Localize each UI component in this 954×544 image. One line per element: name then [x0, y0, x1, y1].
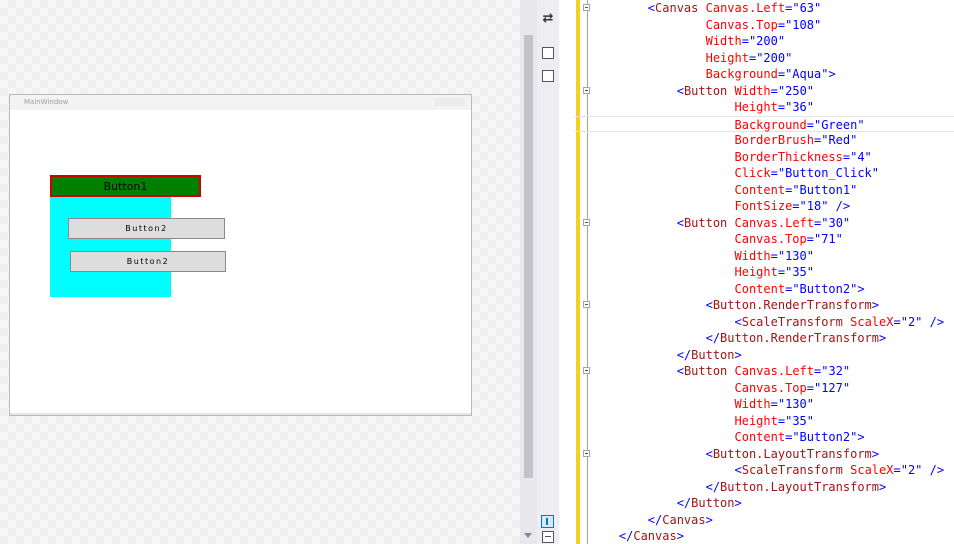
code-text: </Button.LayoutTransform>: [705, 479, 887, 494]
window-titlebar: MainWindow: [10, 95, 471, 110]
code-line[interactable]: <Button.LayoutTransform>: [574, 446, 954, 463]
code-text: <ScaleTransform ScaleX="2" />: [734, 314, 945, 329]
code-line[interactable]: <ScaleTransform ScaleX="2" />: [574, 462, 954, 479]
code-line[interactable]: Content="Button1": [574, 182, 954, 199]
code-line[interactable]: BorderThickness="4": [574, 149, 954, 166]
code-line[interactable]: </Canvas>: [574, 528, 954, 544]
code-text: </Button>: [676, 347, 742, 362]
button1[interactable]: Button1: [50, 175, 201, 197]
code-text: <Button.LayoutTransform>: [705, 446, 880, 461]
code-line[interactable]: </Button>: [574, 495, 954, 512]
code-text: <Button.RenderTransform>: [705, 298, 880, 312]
code-text: Background="Green": [734, 117, 865, 132]
aqua-canvas[interactable]: [50, 197, 171, 297]
code-text: Content="Button1": [734, 182, 858, 197]
code-line[interactable]: BorderBrush="Red": [574, 132, 954, 149]
main-window-preview[interactable]: MainWindow Button2 Button2 Button1: [9, 94, 472, 416]
code-text: <ScaleTransform ScaleX="2" />: [734, 463, 945, 477]
scrollbar-thumb[interactable]: [524, 35, 533, 478]
code-text: BorderThickness="4": [734, 149, 872, 164]
scroll-down-arrow-icon[interactable]: [524, 533, 532, 538]
code-text: Height="35": [734, 413, 815, 428]
code-line[interactable]: Canvas.Top="127": [574, 380, 954, 397]
code-line[interactable]: <ScaleTransform ScaleX="2" />: [574, 314, 954, 331]
code-text: Width="200": [705, 34, 786, 48]
horizontal-split-icon[interactable]: [542, 531, 554, 543]
code-line[interactable]: </Button.RenderTransform>: [574, 330, 954, 347]
code-line[interactable]: Height="35": [574, 413, 954, 430]
collapse-toggle-icon[interactable]: [583, 86, 590, 94]
code-line[interactable]: Content="Button2">: [574, 429, 954, 446]
window-title: MainWindow: [24, 98, 69, 106]
code-text: BorderBrush="Red": [734, 133, 858, 147]
design-view-icon[interactable]: [542, 47, 554, 59]
code-line[interactable]: Width="130": [574, 248, 954, 265]
code-text: </Canvas>: [647, 512, 713, 527]
code-line[interactable]: Content="Button2">: [574, 281, 954, 298]
code-line[interactable]: Width="130": [574, 396, 954, 413]
code-line[interactable]: </Button>: [574, 347, 954, 364]
collapse-toggle-icon[interactable]: [583, 4, 590, 11]
code-text: <Button Width="250": [676, 83, 815, 98]
code-line[interactable]: Canvas.Top="71": [574, 231, 954, 248]
designer-surface[interactable]: MainWindow Button2 Button2 Button1: [0, 0, 520, 544]
code-text: Canvas.Top="127": [734, 380, 851, 395]
collapse-toggle-icon[interactable]: [583, 301, 590, 308]
window-bottom-edge: [10, 413, 471, 415]
code-text: </Canvas>: [618, 529, 684, 543]
code-line[interactable]: </Button.LayoutTransform>: [574, 479, 954, 496]
button2-render-transform[interactable]: Button2: [68, 218, 225, 239]
designer-vertical-scrollbar[interactable]: [520, 0, 537, 544]
collapse-toggle-icon[interactable]: [583, 218, 590, 226]
collapse-toggle-icon[interactable]: [583, 449, 590, 457]
code-text: </Button.RenderTransform>: [705, 331, 887, 345]
code-line[interactable]: Height="36": [574, 99, 954, 116]
code-text: <Canvas Canvas.Left="63": [647, 1, 822, 15]
code-text: Canvas.Top="71": [734, 232, 843, 246]
code-text: Height="36": [734, 100, 815, 114]
code-text: Width="130": [734, 397, 814, 411]
collapse-toggle-icon[interactable]: [583, 367, 590, 374]
xaml-view-icon[interactable]: [542, 70, 554, 82]
code-text: <Button Canvas.Left="30": [676, 215, 851, 230]
code-line[interactable]: FontSize="18" />: [574, 198, 954, 215]
code-line[interactable]: </Canvas>: [574, 512, 954, 529]
vertical-split-icon[interactable]: [541, 515, 554, 528]
code-line[interactable]: Height="35": [574, 264, 954, 281]
swap-panes-icon[interactable]: ⇄: [540, 9, 556, 27]
code-line[interactable]: <Button Canvas.Left="30": [574, 215, 954, 232]
button2-layout-transform[interactable]: Button2: [70, 251, 226, 272]
code-line[interactable]: <Button.RenderTransform>: [574, 297, 954, 314]
code-line[interactable]: Click="Button_Click": [574, 165, 954, 182]
code-text: Width="130": [734, 248, 814, 263]
code-line[interactable]: Background="Green": [574, 115, 954, 132]
code-line[interactable]: <Button Canvas.Left="32": [574, 363, 954, 380]
code-text: Background="Aqua">: [705, 67, 836, 81]
code-line[interactable]: Width="200": [574, 33, 954, 50]
code-line[interactable]: Height="200": [574, 50, 954, 67]
code-text: Content="Button2">: [734, 281, 865, 296]
code-line[interactable]: Background="Aqua">: [574, 66, 954, 83]
code-text: Content="Button2">: [734, 430, 865, 444]
code-text: Click="Button_Click": [734, 166, 880, 180]
window-controls: [435, 98, 465, 106]
code-text: Height="35": [734, 265, 815, 279]
code-line[interactable]: <Button Width="250": [574, 83, 954, 100]
code-text: <Button Canvas.Left="32": [676, 364, 851, 378]
view-toolstrip: ⇄: [537, 0, 559, 544]
code-text: </Button>: [676, 496, 742, 510]
code-line[interactable]: Canvas.Top="108": [574, 17, 954, 34]
pane-splitter[interactable]: [559, 0, 574, 544]
code-line[interactable]: <Canvas Canvas.Left="63": [574, 0, 954, 17]
xaml-editor[interactable]: <Canvas Canvas.Left="63" Canvas.Top="108…: [574, 0, 954, 544]
code-text: Canvas.Top="108": [705, 17, 822, 32]
code-text: Height="200": [705, 50, 793, 65]
code-text: FontSize="18" />: [734, 199, 851, 213]
